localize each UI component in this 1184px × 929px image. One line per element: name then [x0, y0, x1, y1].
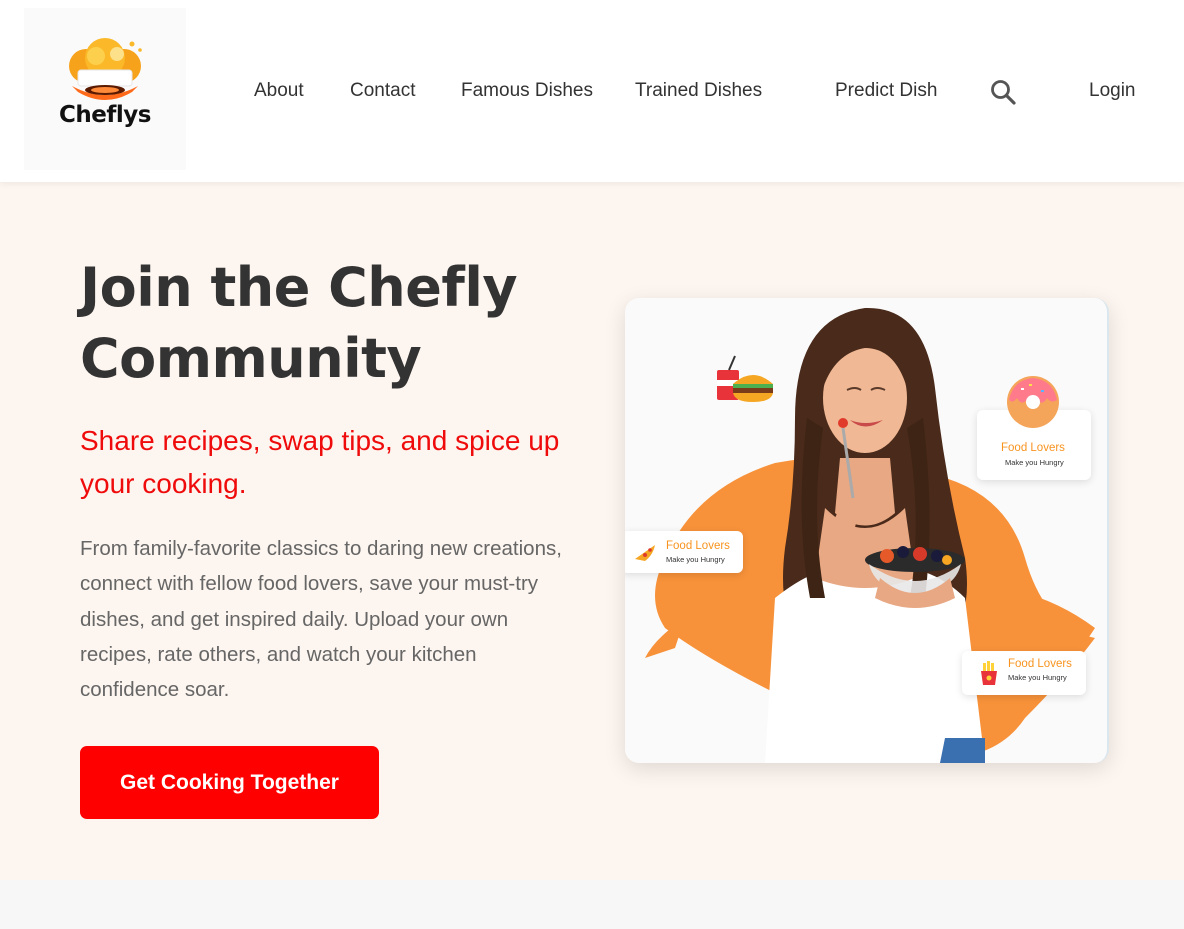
badge-title: Food Lovers	[666, 540, 730, 552]
nav-famous-dishes[interactable]: Famous Dishes	[461, 79, 593, 103]
site-header: Cheflys About Contact Famous Dishes Trai…	[0, 0, 1184, 182]
hero-description: From family-favorite classics to daring …	[80, 537, 562, 702]
donut-icon	[1007, 376, 1059, 428]
hero-title: Join the Chefly Community	[80, 256, 518, 390]
fries-icon	[981, 661, 997, 685]
hero-image: Food Lovers Make you Hungry Food Lovers …	[625, 298, 1109, 763]
badge-title: Food Lovers	[1008, 658, 1072, 670]
search-icon	[991, 80, 1016, 105]
food-lovers-badge: Food Lovers Make you Hungry	[625, 531, 743, 573]
chef-hat-icon	[69, 38, 142, 100]
nav-contact[interactable]: Contact	[350, 79, 415, 103]
badge-subtitle: Make you Hungry	[666, 555, 725, 564]
nav-trained-dishes[interactable]: Trained Dishes	[635, 79, 762, 103]
get-cooking-button[interactable]: Get Cooking Together	[80, 746, 379, 819]
nav-about[interactable]: About	[254, 79, 304, 103]
search-button[interactable]	[989, 78, 1017, 106]
food-lovers-badge: Food Lovers Make you Hungry	[962, 651, 1086, 695]
nav-predict-dish[interactable]: Predict Dish	[835, 79, 937, 103]
pizza-icon	[635, 545, 655, 561]
food-lovers-badge: Food Lovers Make you Hungry	[977, 376, 1091, 480]
nav-login[interactable]: Login	[1089, 79, 1136, 103]
burger-icon	[717, 355, 773, 402]
brand-name: Cheflys	[59, 102, 151, 128]
brand-logo[interactable]: Cheflys	[24, 8, 186, 170]
badge-subtitle: Make you Hungry	[1008, 673, 1067, 682]
next-section	[0, 880, 1184, 929]
badge-title: Food Lovers	[1001, 442, 1065, 454]
hero-subtitle: Share recipes, swap tips, and spice up y…	[80, 425, 560, 499]
badge-subtitle: Make you Hungry	[1005, 458, 1064, 467]
hero-section: Join the Chefly Community Share recipes,…	[0, 182, 1184, 880]
